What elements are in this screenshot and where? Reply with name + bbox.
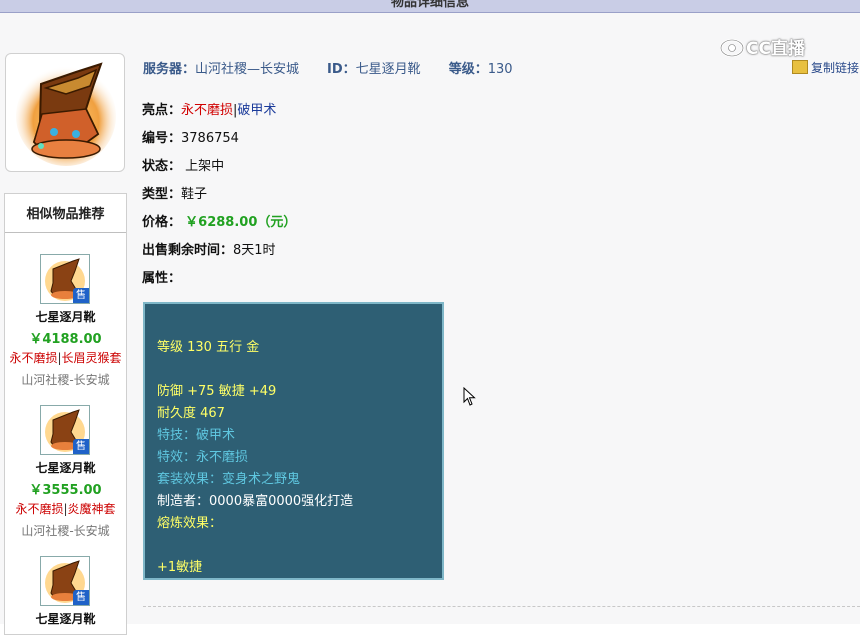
sale-badge: 售 <box>73 590 89 605</box>
copy-link-label[interactable]: 复制链接 <box>811 61 859 75</box>
remaining-time-label: 出售剩余时间： <box>142 243 234 258</box>
highlight-secondary: 破甲术 <box>237 103 277 118</box>
similar-item-name[interactable]: 七星逐月靴 <box>5 610 126 627</box>
similar-item-server: 山河社稷-长安城 <box>21 373 110 387</box>
attribute-panel: 等级 130 五行 金 防御 +75 敏捷 +49 耐久度 467 特技：破甲术… <box>143 302 444 580</box>
attributes-label: 属性： <box>142 271 182 286</box>
mouse-cursor-icon <box>463 387 476 406</box>
number-row: 编号：3786754 <box>142 127 239 146</box>
similar-items-title: 相似物品推荐 <box>5 194 126 233</box>
attributes-row: 属性： <box>142 267 181 286</box>
highlight-primary: 永不磨损 <box>181 103 234 118</box>
highlight-row: 亮点：永不磨损|破甲术 <box>142 99 276 118</box>
tag-primary: 永不磨损 <box>15 502 64 516</box>
attr-line: 熔炼效果： <box>157 516 223 531</box>
attr-line: 套装效果：变身术之野鬼 <box>157 472 301 487</box>
stream-watermark: CC直播 <box>720 34 805 59</box>
similar-item-thumbnail[interactable]: 售 <box>40 405 90 455</box>
top-title-bar: 物品详细信息 <box>0 0 860 13</box>
attr-line: +1敏捷 <box>157 560 203 575</box>
tag-secondary: 炎魔神套 <box>67 502 116 516</box>
type-value: 鞋子 <box>181 187 208 202</box>
status-label: 状态： <box>142 159 182 174</box>
watermark-text: CC直播 <box>746 39 805 59</box>
highlight-label: 亮点： <box>142 103 182 118</box>
type-label: 类型： <box>142 187 182 202</box>
tag-primary: 永不磨损 <box>9 351 58 365</box>
item-header: 服务器：山河社稷—长安城 ID：七星逐月靴 等级：130 <box>143 58 513 77</box>
number-label: 编号： <box>142 131 182 146</box>
status-row: 状态： 上架中 <box>142 155 224 174</box>
similar-item-thumbnail[interactable]: 售 <box>40 556 90 606</box>
server-value: 山河社稷—长安城 <box>195 62 300 77</box>
page-title: 物品详细信息 <box>390 0 469 10</box>
level-value: 130 <box>487 62 513 77</box>
attr-line: 制造者：0000暴富0000强化打造 <box>157 494 354 509</box>
copy-icon <box>792 60 808 74</box>
number-value: 3786754 <box>181 131 239 146</box>
status-value: 上架中 <box>185 159 225 174</box>
sale-badge: 售 <box>73 439 89 454</box>
similar-item-name[interactable]: 七星逐月靴 <box>5 308 126 325</box>
attr-line: 防御 +75 敏捷 +49 <box>157 384 277 399</box>
cc-logo-icon <box>720 39 744 57</box>
attr-line: 特技：破甲术 <box>157 428 236 443</box>
similar-item-tags: 永不磨损|炎魔神套 <box>5 500 126 517</box>
price-row: 价格： ￥6288.00（元） <box>142 211 296 230</box>
type-row: 类型：鞋子 <box>142 183 207 202</box>
server-label: 服务器： <box>143 62 196 77</box>
boots-icon <box>16 62 116 166</box>
id-label: ID： <box>327 62 356 77</box>
sale-badge: 售 <box>73 288 89 303</box>
similar-item-name[interactable]: 七星逐月靴 <box>5 459 126 476</box>
similar-item-thumbnail[interactable]: 售 <box>40 254 90 304</box>
attr-line: 特效：永不磨损 <box>157 450 249 465</box>
attr-line: 耐久度 467 <box>157 406 225 421</box>
similar-item-price: ￥3555.00 <box>29 483 102 498</box>
id-value: 七星逐月靴 <box>355 62 421 77</box>
similar-items-panel: 相似物品推荐 售 七星逐月靴 ￥4188.00 永不磨损|长眉灵猴套 山河社稷-… <box>4 193 127 635</box>
tag-secondary: 长眉灵猴套 <box>61 351 122 365</box>
similar-item-tags: 永不磨损|长眉灵猴套 <box>5 349 126 366</box>
price-value: ￥6288.00（元） <box>185 215 297 230</box>
section-divider <box>143 606 860 607</box>
remaining-time-value: 8天1时 <box>233 243 276 258</box>
similar-item-server: 山河社稷-长安城 <box>21 524 110 538</box>
remaining-time-row: 出售剩余时间：8天1时 <box>142 239 276 258</box>
item-image <box>5 53 125 172</box>
copy-link-button[interactable]: 复制链接 <box>792 59 859 76</box>
level-label: 等级： <box>448 62 488 77</box>
attr-line: 等级 130 五行 金 <box>157 340 260 355</box>
similar-item-price: ￥4188.00 <box>29 332 102 347</box>
price-label: 价格： <box>142 215 182 230</box>
